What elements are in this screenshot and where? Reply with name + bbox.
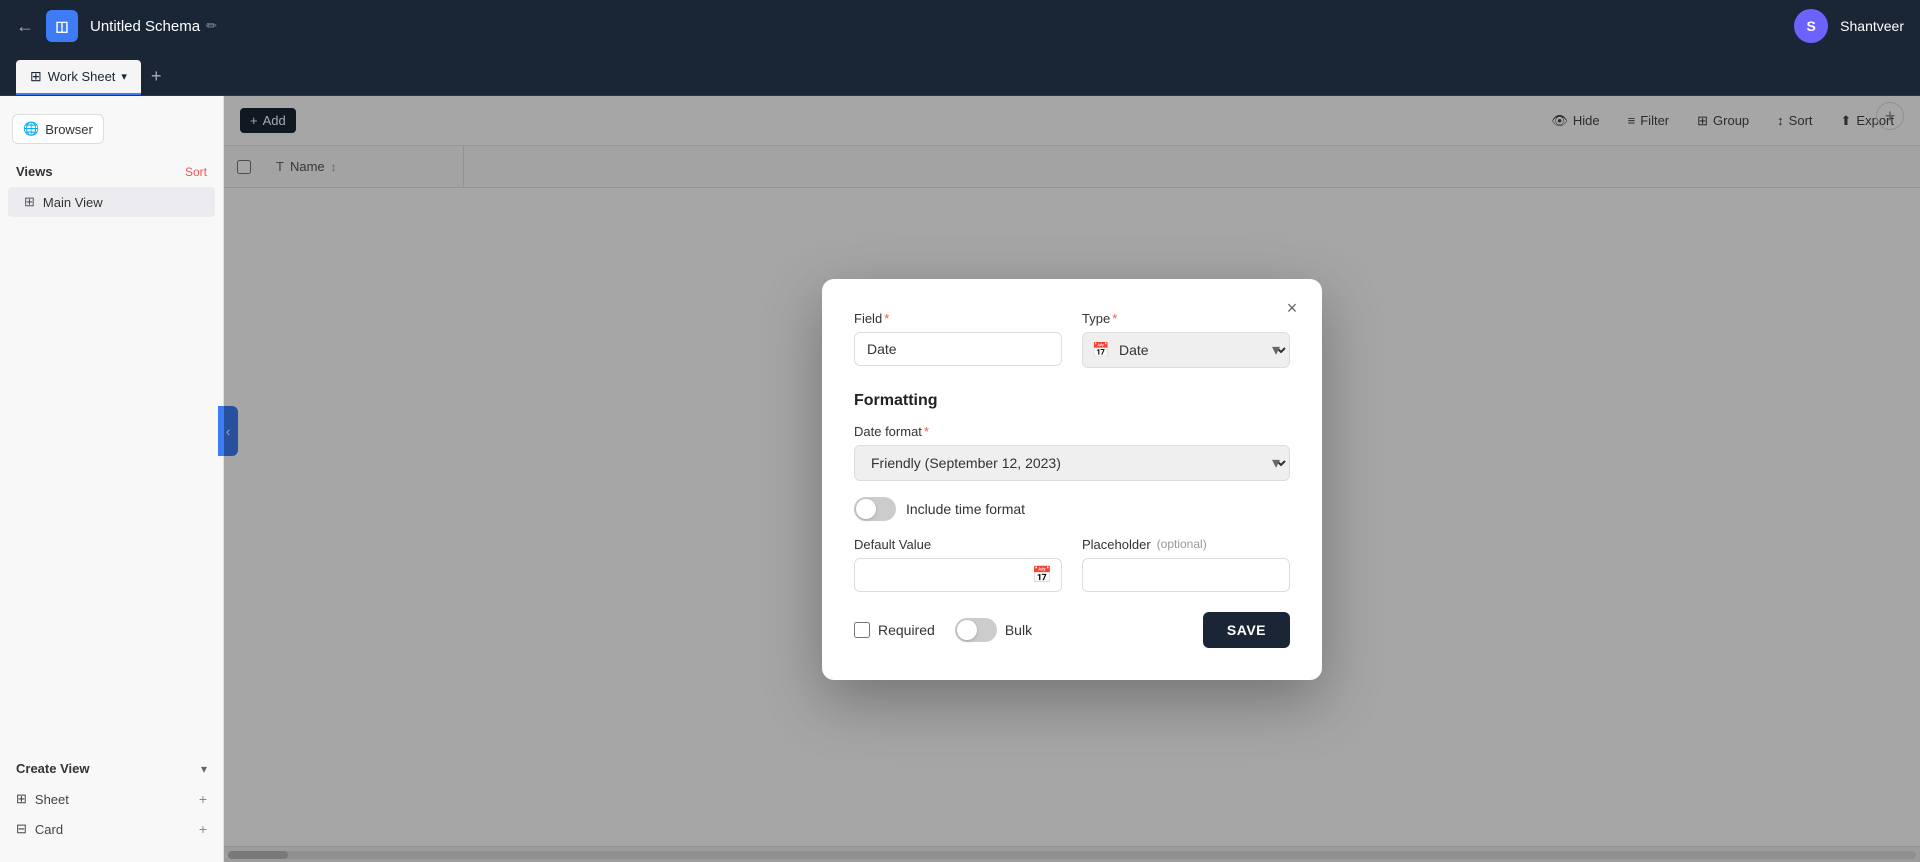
create-view-chevron: ▾ <box>201 762 207 776</box>
browser-icon: 🌐 <box>23 121 39 137</box>
schema-title: Untitled Schema <box>90 18 200 35</box>
tab-add-button[interactable]: + <box>141 58 172 95</box>
date-format-required-star: * <box>924 424 929 439</box>
bulk-label: Bulk <box>1005 622 1032 638</box>
views-sort[interactable]: Sort <box>185 165 207 179</box>
default-value-calendar-icon[interactable]: 📅 <box>1032 565 1052 585</box>
main-view-icon: ⊞ <box>24 194 35 210</box>
toggle-knob <box>856 499 876 519</box>
include-time-row: Include time format <box>854 497 1290 521</box>
sidebar: 🌐 Browser Views Sort ⊞ Main View Create … <box>0 96 224 862</box>
include-time-toggle[interactable] <box>854 497 896 521</box>
card-icon: ⊟ <box>16 821 27 837</box>
back-icon[interactable]: ← <box>16 16 34 37</box>
sidebar-item-main-view[interactable]: ⊞ Main View <box>8 187 215 217</box>
date-format-select-wrapper: Friendly (September 12, 2023) ▾ <box>854 445 1290 481</box>
views-label: Views <box>16 164 53 179</box>
browser-button[interactable]: 🌐 Browser <box>12 114 104 144</box>
tab-worksheet-icon: ⊞ <box>30 68 42 85</box>
bulk-toggle-row: Bulk <box>955 618 1032 642</box>
formatting-section: Formatting Date format * Friendly (Septe… <box>854 388 1290 648</box>
create-view-header[interactable]: Create View ▾ <box>0 753 223 784</box>
card-label: Card <box>35 822 63 837</box>
content-area: + Add 👁 Hide ≡ Filter ⊞ Group ↕ Sort ⬆ <box>224 96 1920 862</box>
field-input-group: Field * <box>854 311 1062 368</box>
nav-title-area: Untitled Schema ✏ <box>90 18 217 35</box>
type-input-group: Type * 📅 Date ▾ <box>1082 311 1290 368</box>
sheet-add-icon[interactable]: + <box>199 791 207 807</box>
sidebar-item-sheet[interactable]: ⊞ Sheet + <box>0 784 223 814</box>
field-required-star: * <box>884 311 889 326</box>
default-value-input-wrapper: 📅 <box>854 558 1062 592</box>
type-required-star: * <box>1112 311 1117 326</box>
tab-worksheet-label: Work Sheet <box>48 69 116 84</box>
field-label: Field * <box>854 311 1062 326</box>
default-value-group: Default Value 📅 <box>854 537 1062 592</box>
field-modal: × Field * Type * <box>822 279 1322 680</box>
main-layout: 🌐 Browser Views Sort ⊞ Main View Create … <box>0 96 1920 862</box>
modal-overlay: × Field * Type * <box>224 96 1920 862</box>
type-select[interactable]: Date <box>1082 332 1290 368</box>
bulk-toggle-knob <box>957 620 977 640</box>
type-select-wrapper: 📅 Date ▾ <box>1082 332 1290 368</box>
modal-bottom-row: Required Bulk SAVE <box>854 612 1290 648</box>
include-time-label: Include time format <box>906 501 1025 517</box>
date-format-group: Date format * Friendly (September 12, 20… <box>854 424 1290 481</box>
date-format-select[interactable]: Friendly (September 12, 2023) <box>854 445 1290 481</box>
edit-icon[interactable]: ✏ <box>206 18 217 34</box>
tab-worksheet-arrow[interactable]: ▾ <box>121 70 127 83</box>
modal-close-button[interactable]: × <box>1278 295 1306 323</box>
required-checkbox-row: Required <box>854 622 935 638</box>
modal-bottom-left: Required Bulk <box>854 618 1032 642</box>
default-value-label: Default Value <box>854 537 1062 552</box>
formatting-title: Formatting <box>854 388 1290 410</box>
sheet-label: Sheet <box>35 792 69 807</box>
avatar[interactable]: S <box>1794 9 1828 43</box>
username: Shantveer <box>1840 18 1904 34</box>
card-add-icon[interactable]: + <box>199 821 207 837</box>
sheet-icon: ⊞ <box>16 791 27 807</box>
sidebar-item-card[interactable]: ⊟ Card + <box>0 814 223 844</box>
field-input[interactable] <box>854 332 1062 366</box>
nav-logo: ◫ <box>46 10 78 42</box>
sidebar-top: 🌐 Browser <box>0 106 223 152</box>
default-value-input[interactable] <box>854 558 1062 592</box>
tabbar: ⊞ Work Sheet ▾ + <box>0 52 1920 96</box>
create-view-label: Create View <box>16 761 89 776</box>
required-checkbox-label: Required <box>878 622 935 638</box>
save-button[interactable]: SAVE <box>1203 612 1290 648</box>
date-format-label: Date format * <box>854 424 1290 439</box>
placeholder-input[interactable] <box>1082 558 1290 592</box>
placeholder-label: Placeholder (optional) <box>1082 537 1290 552</box>
main-view-label: Main View <box>43 195 103 210</box>
placeholder-optional: (optional) <box>1157 537 1207 551</box>
placeholder-group: Placeholder (optional) <box>1082 537 1290 592</box>
bulk-toggle[interactable] <box>955 618 997 642</box>
views-header: Views Sort <box>0 152 223 185</box>
required-checkbox[interactable] <box>854 622 870 638</box>
navbar: ← ◫ Untitled Schema ✏ S Shantveer <box>0 0 1920 52</box>
type-label: Type * <box>1082 311 1290 326</box>
default-placeholder-row: Default Value 📅 Placeholder (optional) <box>854 537 1290 592</box>
create-view-section: Create View ▾ ⊞ Sheet + ⊟ Card + <box>0 745 223 852</box>
field-type-row: Field * Type * 📅 Date <box>854 311 1290 368</box>
tab-worksheet[interactable]: ⊞ Work Sheet ▾ <box>16 60 141 95</box>
